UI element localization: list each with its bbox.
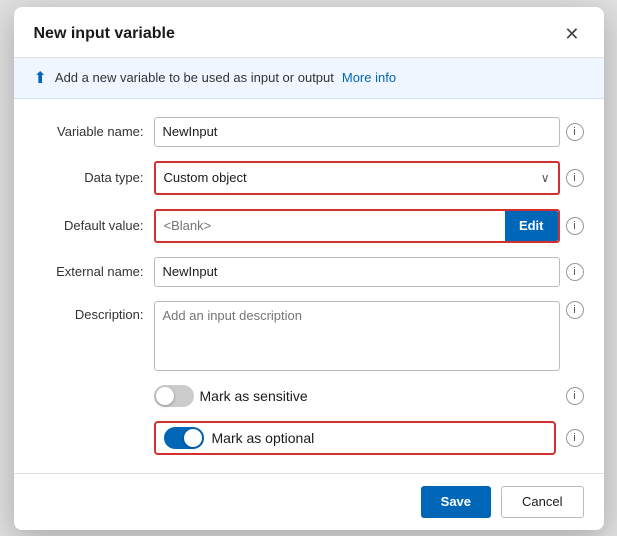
mark-sensitive-toggle-thumb (156, 387, 174, 405)
mark-sensitive-label: Mark as sensitive (200, 388, 308, 404)
mark-sensitive-toggle[interactable] (154, 385, 194, 407)
dialog-title: New input variable (34, 25, 175, 43)
mark-optional-toggle[interactable] (164, 427, 204, 449)
data-type-row: Data type: Custom object Text Number Boo… (34, 161, 584, 195)
default-value-field-wrap: Edit i (154, 209, 584, 243)
save-button[interactable]: Save (421, 486, 491, 518)
mark-optional-label: Mark as optional (212, 430, 315, 446)
description-info-icon: i (566, 301, 584, 319)
data-type-select-wrap: Custom object Text Number Boolean Date ∨ (154, 161, 560, 195)
default-value-row: Default value: Edit i (34, 209, 584, 243)
data-type-label: Data type: (34, 170, 144, 185)
description-label: Description: (34, 301, 144, 322)
banner-text: Add a new variable to be used as input o… (55, 70, 334, 85)
edit-button[interactable]: Edit (505, 211, 558, 241)
cancel-button[interactable]: Cancel (501, 486, 583, 518)
external-name-info-icon: i (566, 263, 584, 281)
dialog-body: Variable name: i Data type: Custom objec… (14, 99, 604, 473)
mark-optional-info-icon: i (566, 429, 584, 447)
external-name-input[interactable] (154, 257, 560, 287)
mark-optional-toggle-thumb (184, 429, 202, 447)
more-info-link[interactable]: More info (342, 70, 396, 85)
data-type-field-wrap: Custom object Text Number Boolean Date ∨… (154, 161, 584, 195)
description-textarea[interactable] (154, 301, 560, 371)
mark-sensitive-toggle-wrap: Mark as sensitive (154, 385, 556, 407)
mark-sensitive-row: Mark as sensitive i (34, 385, 584, 407)
external-name-row: External name: i (34, 257, 584, 287)
variable-name-info-icon: i (566, 123, 584, 141)
close-button[interactable]: ✕ (560, 23, 583, 45)
upload-icon: ⬆ (34, 68, 47, 88)
dialog-header: New input variable ✕ (14, 7, 604, 58)
data-type-info-icon: i (566, 169, 584, 187)
new-input-variable-dialog: New input variable ✕ ⬆ Add a new variabl… (14, 7, 604, 530)
mark-sensitive-info-icon: i (566, 387, 584, 405)
external-name-field-wrap: i (154, 257, 584, 287)
default-value-info-icon: i (566, 217, 584, 235)
mark-optional-row: Mark as optional i (34, 421, 584, 455)
variable-name-input[interactable] (154, 117, 560, 147)
info-banner: ⬆ Add a new variable to be used as input… (14, 58, 604, 99)
dialog-footer: Save Cancel (14, 473, 604, 530)
external-name-label: External name: (34, 264, 144, 279)
default-value-input[interactable] (156, 211, 499, 241)
default-value-input-wrap: Edit (154, 209, 560, 243)
variable-name-field-wrap: i (154, 117, 584, 147)
variable-name-row: Variable name: i (34, 117, 584, 147)
mark-optional-box: Mark as optional (154, 421, 556, 455)
variable-name-label: Variable name: (34, 124, 144, 139)
data-type-select[interactable]: Custom object Text Number Boolean Date (156, 163, 558, 193)
description-row: Description: i (34, 301, 584, 371)
description-field-wrap: i (154, 301, 584, 371)
default-value-label: Default value: (34, 218, 144, 233)
